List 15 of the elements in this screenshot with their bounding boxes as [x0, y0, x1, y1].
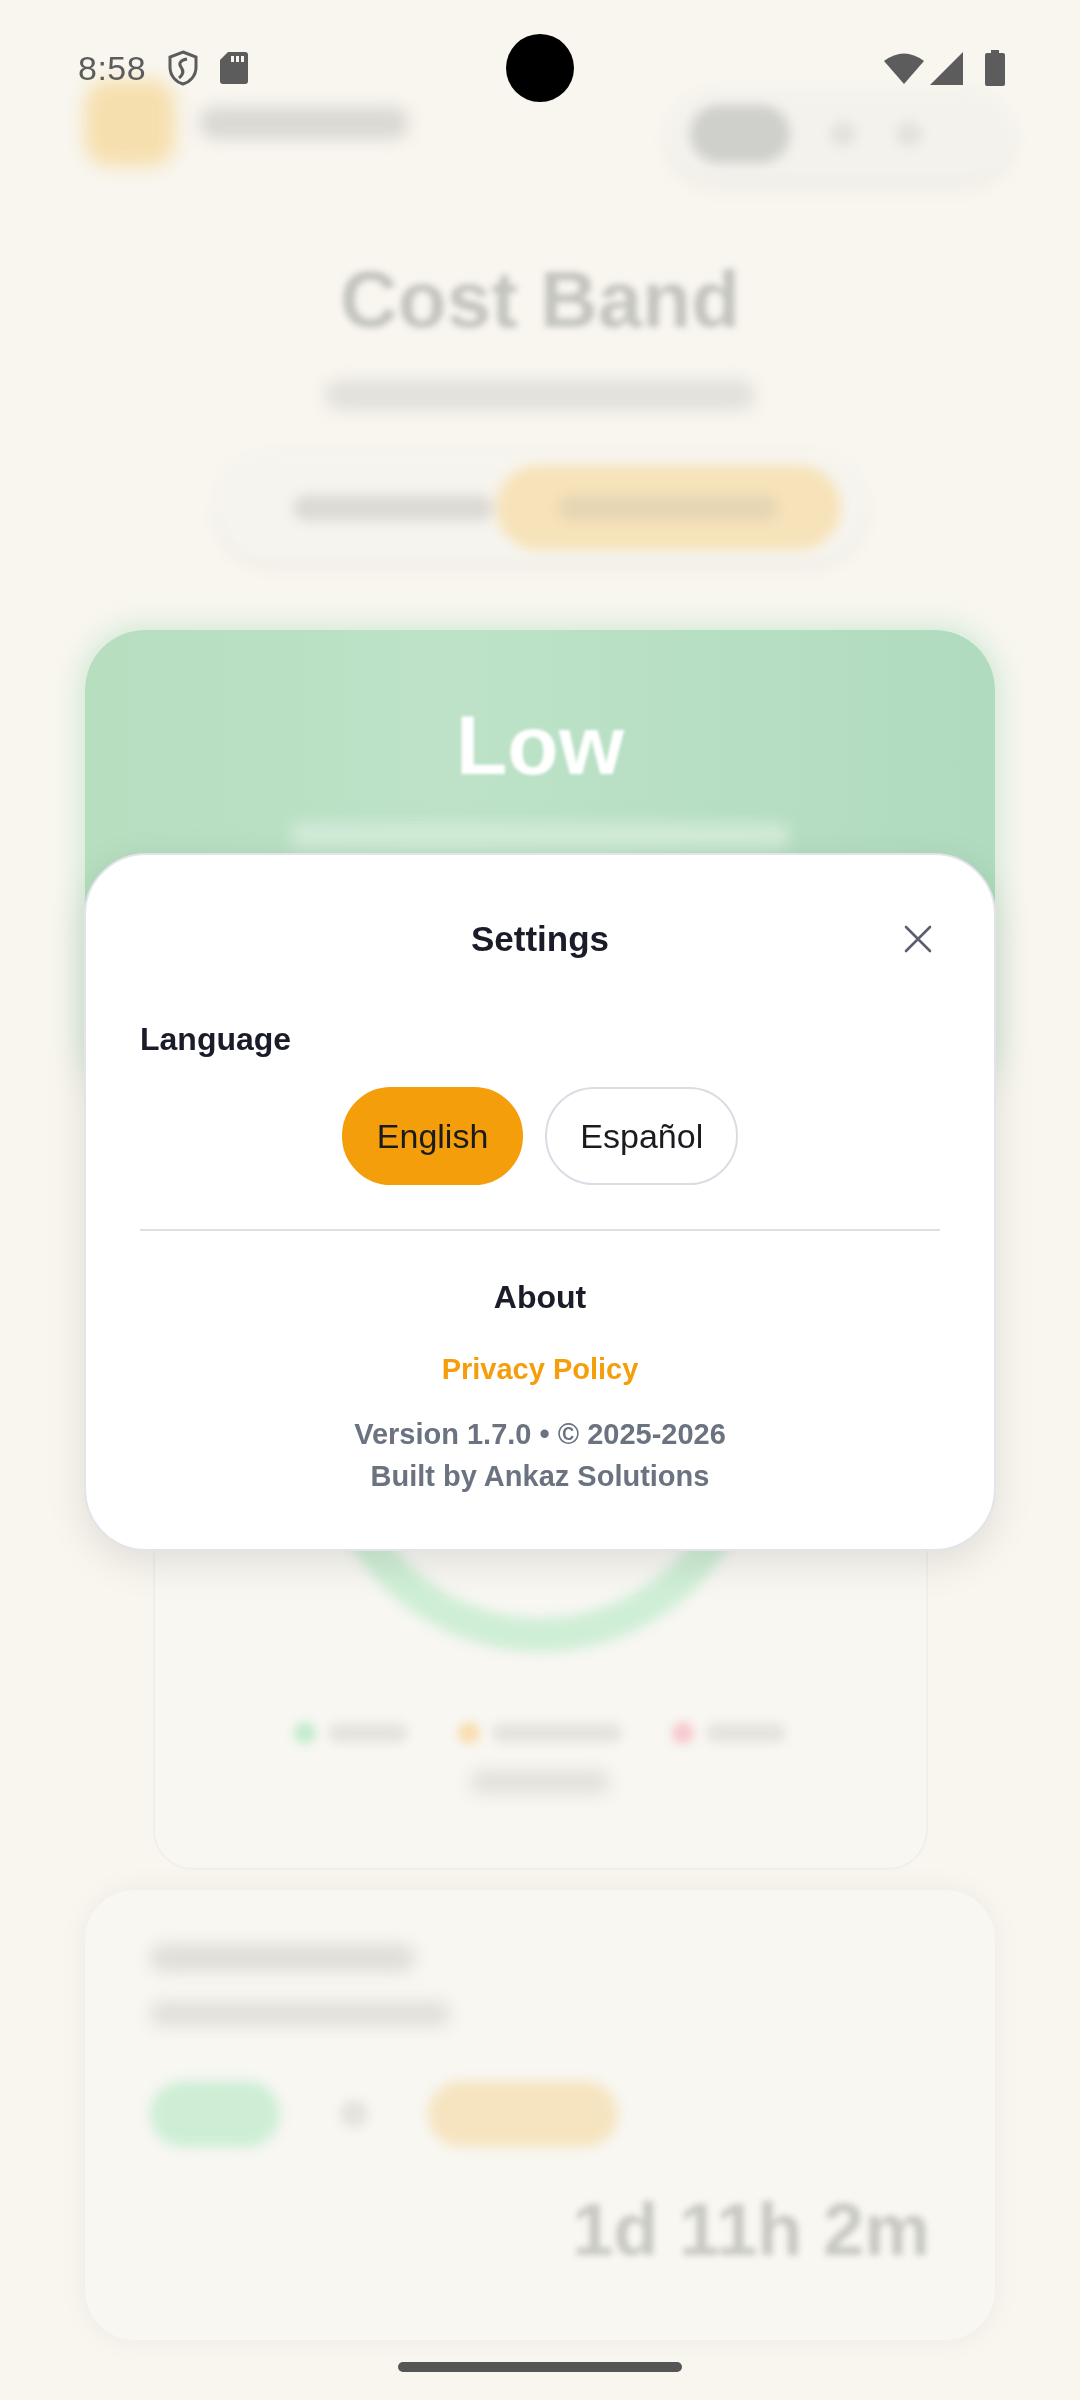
band-label: Low: [456, 697, 624, 793]
language-option[interactable]: English: [341, 1087, 524, 1185]
status-time: 8:58: [78, 48, 147, 88]
dialog-title: Settings: [470, 918, 610, 960]
version-text: Version 1.7.0 • © 2025-2026: [354, 1417, 726, 1452]
language-label: Language: [140, 1020, 292, 1059]
sd-card-icon: [220, 52, 249, 84]
wifi-icon: [884, 52, 924, 84]
shield-icon: [168, 50, 199, 86]
credit-text: Built by Ankaz Solutions: [370, 1459, 710, 1494]
signal-icon: [930, 51, 963, 85]
about-heading: About: [493, 1278, 587, 1317]
language-option[interactable]: Español: [545, 1087, 739, 1185]
close-icon: [904, 925, 932, 953]
battery-icon: [985, 50, 1005, 86]
